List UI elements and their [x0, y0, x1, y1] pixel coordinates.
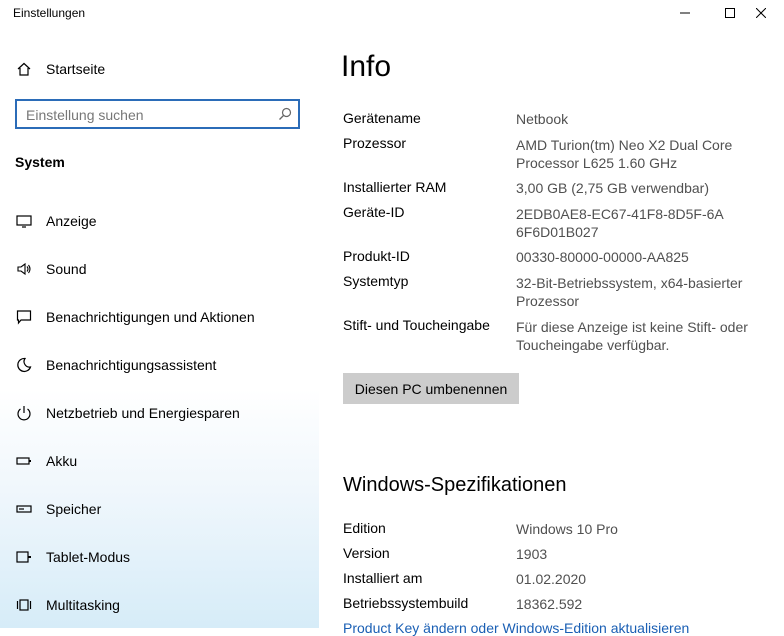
spec-label-version: Version	[343, 545, 390, 561]
spec-label-edition: Edition	[343, 520, 386, 536]
search-icon[interactable]	[278, 107, 292, 126]
sidebar-item-netzbetrieb[interactable]: Netzbetrieb und Energiesparen	[0, 393, 319, 433]
close-icon	[756, 8, 766, 18]
info-value-prozessor: AMD Turion(tm) Neo X2 Dual Core Processo…	[516, 137, 733, 171]
spec-value-edition: Windows 10 Pro	[516, 521, 618, 537]
product-key-link[interactable]: Product Key ändern oder Windows-Edition …	[343, 620, 689, 636]
sidebar-item-label: Benachrichtigungen und Aktionen	[46, 309, 255, 325]
sidebar-item-label: Akku	[46, 453, 78, 469]
page-title: Info	[341, 50, 392, 83]
home-link[interactable]: Startseite	[0, 49, 319, 89]
sidebar-item-label: Sound	[46, 261, 87, 277]
sidebar-item-label: Benachrichtigungsassistent	[46, 357, 217, 373]
notification-icon	[15, 308, 33, 326]
display-icon	[15, 212, 33, 230]
spec-label-build: Betriebssystembuild	[343, 595, 469, 611]
info-label-geratename: Gerätename	[343, 110, 421, 126]
sidebar-item-assistent[interactable]: Benachrichtigungsassistent	[0, 345, 319, 385]
storage-icon	[15, 500, 33, 518]
info-label-gerate-id: Geräte-ID	[343, 204, 405, 220]
sidebar-item-label: Speicher	[46, 501, 102, 517]
speaker-icon	[15, 260, 33, 278]
sidebar-item-speicher[interactable]: Speicher	[0, 489, 319, 529]
minimize-icon	[680, 12, 690, 14]
info-value-systemtyp: 32-Bit-Betriebssystem, x64-basierter Pro…	[516, 275, 743, 309]
search-box[interactable]	[15, 99, 300, 129]
info-label-produkt-id: Produkt-ID	[343, 248, 410, 264]
search-input[interactable]	[26, 106, 266, 124]
info-label-stift: Stift- und Toucheingabe	[343, 317, 490, 333]
sidebar: Einstellungen Startseite System Anzeige …	[0, 0, 319, 628]
info-value-geratename: Netbook	[516, 111, 569, 127]
battery-icon	[15, 452, 33, 470]
sidebar-item-sound[interactable]: Sound	[0, 249, 319, 289]
multitasking-icon	[15, 596, 33, 614]
spec-value-version: 1903	[516, 546, 548, 562]
sidebar-item-multitasking[interactable]: Multitasking	[0, 585, 319, 625]
moon-icon	[15, 356, 33, 374]
spec-value-build: 18362.592	[516, 596, 583, 612]
minimize-button[interactable]	[662, 0, 708, 26]
spec-value-installiert: 01.02.2020	[516, 571, 587, 587]
close-button[interactable]	[738, 0, 784, 26]
sidebar-item-akku[interactable]: Akku	[0, 441, 319, 481]
info-label-prozessor: Prozessor	[343, 135, 407, 151]
rename-pc-button[interactable]: Diesen PC umbenennen	[343, 373, 519, 404]
maximize-icon	[725, 8, 735, 18]
sidebar-item-label: Tablet-Modus	[46, 549, 131, 565]
home-icon	[15, 60, 33, 78]
sidebar-item-anzeige[interactable]: Anzeige	[0, 201, 319, 241]
sidebar-item-tablet[interactable]: Tablet-Modus	[0, 537, 319, 577]
info-value-stift: Für diese Anzeige ist keine Stift- oder …	[516, 319, 748, 353]
sidebar-item-benachrichtigungen[interactable]: Benachrichtigungen und Aktionen	[0, 297, 319, 337]
sidebar-item-label: Multitasking	[46, 597, 120, 613]
info-value-gerate-id: 2EDB0AE8-EC67-41F8-8D5F-6A6F6D01B027	[516, 206, 724, 240]
power-icon	[15, 404, 33, 422]
info-value-produkt-id: 00330-80000-00000-AA825	[516, 249, 689, 265]
window-title: Einstellungen	[13, 6, 86, 20]
windows-spec-heading: Windows-Spezifikationen	[343, 474, 567, 496]
info-label-systemtyp: Systemtyp	[343, 273, 409, 289]
home-label: Startseite	[46, 61, 106, 77]
info-label-ram: Installierter RAM	[343, 179, 447, 195]
tablet-icon	[15, 548, 33, 566]
spec-label-installiert: Installiert am	[343, 570, 423, 586]
info-value-ram: 3,00 GB (2,75 GB verwendbar)	[516, 180, 709, 196]
sidebar-item-label: Anzeige	[46, 213, 97, 229]
sidebar-item-label: Netzbetrieb und Energiesparen	[46, 405, 240, 421]
section-title: System	[15, 154, 65, 170]
